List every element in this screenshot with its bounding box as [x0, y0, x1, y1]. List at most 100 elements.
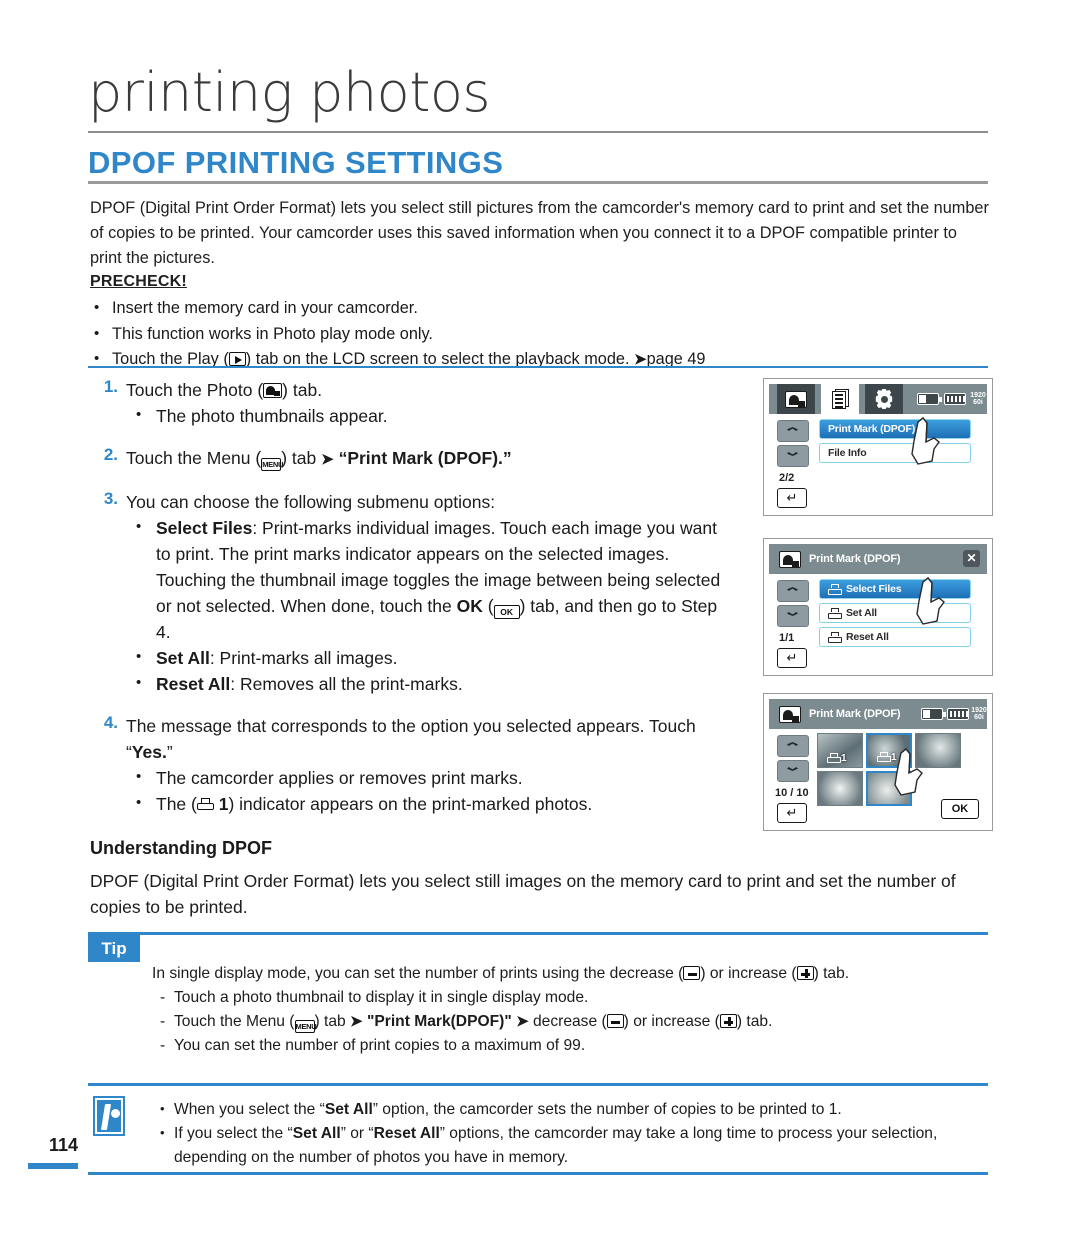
menu-item-label: Reset All — [846, 631, 889, 643]
lcd-inner: Print Mark (DPOF) 1920 60i 10 / 10 ↵ 1 1… — [769, 699, 987, 825]
note-item: If you select the “Set All” or “Reset Al… — [152, 1121, 988, 1170]
precheck-item: This function works in Photo play mode o… — [90, 321, 990, 348]
thumbnail-item[interactable] — [817, 771, 863, 806]
settings-gear-icon — [874, 389, 894, 409]
scroll-up-button[interactable] — [777, 420, 809, 442]
step-1: 1. Touch the Photo () tab. The photo thu… — [88, 377, 728, 429]
printer-icon — [824, 753, 841, 764]
lcd-body: 1/1 ↵ Select Files Set All Reset All — [769, 574, 987, 670]
back-arrow-icon: ↵ — [786, 650, 798, 665]
battery-icon — [917, 393, 942, 405]
lcd-inner: Print Mark (DPOF) ✕ 1/1 ↵ Select Files S… — [769, 544, 987, 670]
tab-photo-play[interactable] — [777, 384, 815, 414]
play-icon — [228, 352, 246, 366]
menu-document-icon — [831, 389, 849, 409]
step-3: 3. You can choose the following submenu … — [88, 489, 728, 697]
lcd-title: Print Mark (DPOF) — [809, 553, 901, 565]
ok-button[interactable]: OK — [941, 799, 979, 819]
note-item: When you select the “Set All” option, th… — [152, 1097, 988, 1122]
option-label-set-all: Set All — [156, 648, 210, 668]
subsection-paragraph: DPOF (Digital Print Order Format) lets y… — [90, 871, 956, 917]
back-arrow-icon: ↵ — [786, 805, 798, 820]
scroll-up-button[interactable] — [777, 580, 809, 602]
scroll-down-button[interactable] — [777, 445, 809, 467]
tab-settings[interactable] — [865, 384, 903, 414]
note-text-a: When you select the “ — [174, 1101, 325, 1118]
menu-item-label: Select Files — [846, 583, 902, 595]
steps-list: 1. Touch the Photo () tab. The photo thu… — [88, 377, 728, 819]
printer-icon — [196, 798, 214, 812]
note-body: When you select the “Set All” option, th… — [152, 1097, 988, 1170]
thumbnail-item[interactable]: 1 — [817, 733, 863, 768]
increase-icon — [796, 966, 814, 980]
close-button[interactable]: ✕ — [963, 550, 980, 567]
intro-paragraph: DPOF (Digital Print Order Format) lets y… — [90, 199, 989, 267]
back-button[interactable]: ↵ — [777, 648, 807, 668]
print-count: 1 — [218, 794, 229, 814]
precheck-divider — [88, 366, 988, 368]
precheck-list: Insert the memory card in your camcorder… — [90, 295, 990, 373]
page-indicator: 1/1 — [779, 632, 795, 644]
photo-tab-icon — [263, 383, 283, 398]
battery-icon — [921, 708, 946, 720]
option-text: : Print-marks all images. — [209, 648, 398, 668]
back-button[interactable]: ↵ — [777, 488, 807, 508]
step-text-tail: ” — [166, 742, 173, 762]
step-number: 3. — [103, 489, 118, 508]
step-text-b: ) tab. — [282, 380, 323, 400]
note-text-b: ” option, the camcorder sets the number … — [372, 1101, 842, 1118]
thumbnail-item[interactable] — [866, 771, 912, 806]
lcd-screen-print-mark-options: Print Mark (DPOF) ✕ 1/1 ↵ Select Files S… — [763, 538, 993, 676]
back-button[interactable]: ↵ — [777, 803, 807, 823]
thumbnail-item[interactable]: 1 — [866, 733, 912, 768]
menu-item-reset-all[interactable]: Reset All — [819, 627, 971, 647]
bullet-text-b: ) indicator appears on the print-marked … — [228, 794, 593, 814]
precheck-title: PRECHECK! — [90, 273, 187, 290]
subsection-heading: Understanding DPOF — [90, 838, 273, 858]
step-text-a: Touch the Menu ( — [126, 448, 262, 468]
tip-divider-top — [88, 932, 988, 935]
decrease-icon — [683, 966, 701, 980]
photo-play-icon — [779, 705, 801, 723]
photo-play-icon — [779, 550, 801, 568]
step-text: You can choose the following submenu opt… — [126, 492, 496, 512]
photo-play-indicator — [777, 699, 803, 729]
step-3-bullet-set-all: Set All: Print-marks all images. — [126, 644, 728, 671]
precheck-item: Touch the Play () tab on the LCD screen … — [90, 346, 990, 373]
lcd-screen-thumbnails: Print Mark (DPOF) 1920 60i 10 / 10 ↵ 1 1… — [763, 693, 993, 831]
step-4: 4. The message that corresponds to the o… — [88, 713, 728, 817]
note-pencil-icon — [93, 1096, 125, 1136]
tab-menu[interactable] — [821, 384, 859, 414]
tip-dash-item: Touch the Menu (MENU) tab ➤ "Print Mark(… — [152, 1010, 988, 1034]
menu-item-set-all[interactable]: Set All — [819, 603, 971, 623]
precheck-item: Insert the memory card in your camcorder… — [90, 295, 990, 322]
printer-icon — [874, 752, 891, 763]
option-text: : Removes all the print-marks. — [230, 674, 463, 694]
lcd-top-bar: Print Mark (DPOF) 1920 60i — [769, 699, 987, 729]
menu-item-print-mark-dpof[interactable]: Print Mark (DPOF) — [819, 419, 971, 439]
title-divider — [88, 131, 988, 133]
scroll-down-button[interactable] — [777, 605, 809, 627]
bullet-text-a: The ( — [156, 794, 197, 814]
section-divider — [88, 181, 988, 184]
scroll-up-button[interactable] — [777, 735, 809, 757]
step-text-a: The message that corresponds to the opti… — [126, 716, 696, 762]
step-3-bullet-select-files: Select Files: Print-marks individual ima… — [126, 514, 728, 645]
tip-text-a: Touch the Menu ( — [174, 1013, 295, 1030]
menu-item-select-files[interactable]: Select Files — [819, 579, 971, 599]
step-text-a: Touch the Photo ( — [126, 380, 264, 400]
menu-item-file-info[interactable]: File Info — [819, 443, 971, 463]
resolution-icon: 1920 60i — [971, 707, 987, 721]
tip-text-d: ) or increase ( — [623, 1013, 720, 1030]
resolution-top: 1920 — [970, 392, 986, 399]
decrease-icon — [606, 1014, 624, 1028]
tip-text-c: ) tab. — [813, 965, 850, 982]
battery-indicator — [921, 699, 946, 729]
step-text-c: “Print Mark (DPOF).” — [338, 448, 512, 468]
tip-body: In single display mode, you can set the … — [152, 962, 988, 1058]
scroll-down-button[interactable] — [777, 760, 809, 782]
menu-item-label: File Info — [828, 447, 867, 459]
memory-card-icon — [944, 393, 966, 405]
thumbnail-item[interactable] — [915, 733, 961, 768]
